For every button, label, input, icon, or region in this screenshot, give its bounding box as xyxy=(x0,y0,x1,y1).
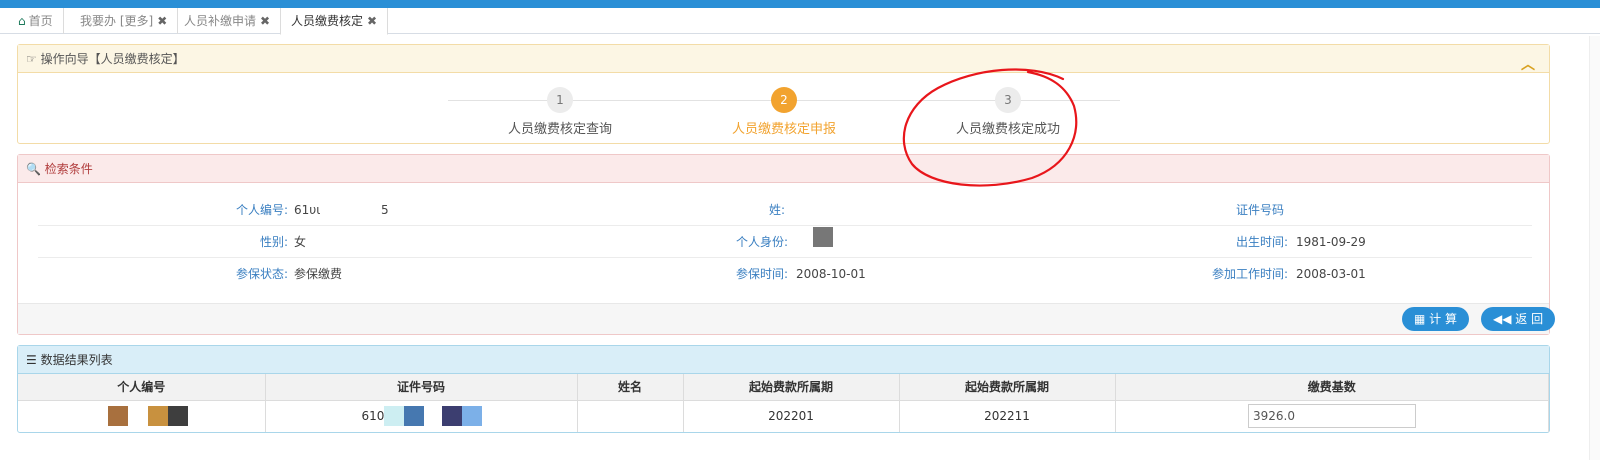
guide-panel: ☞ 操作向导【人员缴费核定】 ︿ 1 2 3 人员缴费核定查询 人员缴费核定申报… xyxy=(17,44,1550,144)
search-title: 检索条件 xyxy=(44,162,93,176)
col-start-period: 起始费款所属期 xyxy=(683,374,900,401)
calculator-icon: ▦ xyxy=(1414,312,1426,326)
ins-status-value: 参保缴费 xyxy=(294,267,343,281)
cell-name xyxy=(577,400,684,432)
search-icon: 🔍 xyxy=(26,162,41,176)
step-1-circle: 1 xyxy=(547,87,573,113)
tab-home[interactable]: ⌂ 首页 xyxy=(8,8,64,34)
col-end-period: 起始费款所属期 xyxy=(899,374,1116,401)
col-name: 姓名 xyxy=(577,374,684,401)
back-button[interactable]: ◀◀ 返 回 xyxy=(1481,307,1556,331)
step-3-label: 人员缴费核定成功 xyxy=(955,122,1060,137)
step-2-label: 人员缴费核定申报 xyxy=(731,122,836,137)
search-panel: 🔍 检索条件 个人编号: 61υι 5 姓: 证件号码 性别: 女 个人身份: … xyxy=(17,154,1550,335)
redaction-block xyxy=(148,405,168,426)
redaction-block xyxy=(403,405,424,426)
rewind-icon: ◀◀ xyxy=(1493,312,1512,326)
table-header-row: 个人编号 证件号码 姓名 起始费款所属期 起始费款所属期 缴费基数 xyxy=(18,374,1549,401)
guide-title: 操作向导【人员缴费核定】 xyxy=(40,52,185,66)
calculate-button[interactable]: ▦ 计 算 xyxy=(1402,307,1469,331)
tab-fee-assessment[interactable]: 人员缴费核定 ✖ xyxy=(280,8,389,35)
birth-value: 1981-09-29 xyxy=(1296,235,1366,249)
redaction-block xyxy=(461,405,482,426)
home-icon: ⌂ xyxy=(18,14,26,28)
results-title: 数据结果列表 xyxy=(40,353,113,367)
identity-label: 个人身份: xyxy=(735,235,788,249)
step-3-circle: 3 xyxy=(995,87,1021,113)
thumbs-up-icon: ☞ xyxy=(26,52,37,66)
close-icon[interactable]: ✖ xyxy=(367,14,377,28)
gender-value: 女 xyxy=(294,235,307,249)
chevron-up-icon[interactable]: ︿ xyxy=(1521,51,1535,79)
close-icon[interactable]: ✖ xyxy=(157,14,167,28)
tab-todo[interactable]: 我要办 [更多] ✖ xyxy=(70,8,179,34)
birth-label: 出生时间: xyxy=(1235,235,1288,249)
work-time-value: 2008-03-01 xyxy=(1296,267,1366,281)
col-id-no: 证件号码 xyxy=(265,374,578,401)
cell-end-period: 202211 xyxy=(899,400,1116,432)
personal-no-value: 61υι xyxy=(294,203,321,217)
cell-personal-no xyxy=(18,400,266,432)
id-no-label: 证件号码 xyxy=(1235,203,1284,217)
top-accent-bar xyxy=(0,0,1600,8)
redaction-block xyxy=(383,405,404,426)
tab-bar: ⌂ 首页 我要办 [更多] ✖ 人员补缴申请 ✖ 人员缴费核定 ✖ xyxy=(0,8,1600,35)
ins-time-label: 参保时间: xyxy=(735,267,788,281)
redaction-block xyxy=(813,227,833,247)
close-icon[interactable]: ✖ xyxy=(260,14,270,28)
cell-start-period: 202201 xyxy=(683,400,900,432)
step-1-label: 人员缴费核定查询 xyxy=(507,122,612,137)
redaction-block xyxy=(108,405,128,426)
redaction-block xyxy=(168,405,188,426)
ins-time-value: 2008-10-01 xyxy=(796,267,866,281)
tab-supplement-apply[interactable]: 人员补缴申请 ✖ xyxy=(174,8,282,34)
personal-no-value-tail: 5 xyxy=(381,203,389,217)
scrollbar[interactable] xyxy=(1589,36,1600,460)
results-header: ☰ 数据结果列表 xyxy=(18,346,1549,374)
base-input[interactable] xyxy=(1248,404,1416,428)
work-time-label: 参加工作时间: xyxy=(1211,267,1288,281)
guide-header: ☞ 操作向导【人员缴费核定】 ︿ xyxy=(18,45,1549,73)
step-2-circle: 2 xyxy=(771,87,797,113)
search-footer xyxy=(18,303,1549,334)
cell-id-no: 610 xyxy=(265,400,578,432)
personal-no-label: 个人编号: xyxy=(235,203,288,217)
redaction-block xyxy=(441,405,462,426)
field-row-1: 个人编号: 61υι 5 姓: 证件号码 xyxy=(38,194,1532,226)
col-base: 缴费基数 xyxy=(1115,374,1549,401)
col-personal-no: 个人编号 xyxy=(18,374,266,401)
name-label: 姓: xyxy=(768,203,785,217)
ins-status-label: 参保状态: xyxy=(235,267,288,281)
search-header: 🔍 检索条件 xyxy=(18,155,1549,183)
list-icon: ☰ xyxy=(26,353,37,367)
gender-label: 性别: xyxy=(259,235,288,249)
field-row-2: 性别: 女 个人身份: 出生时间: 1981-09-29 xyxy=(38,226,1532,258)
field-row-3: 参保状态: 参保缴费 参保时间: 2008-10-01 参加工作时间: 2008… xyxy=(38,258,1532,290)
